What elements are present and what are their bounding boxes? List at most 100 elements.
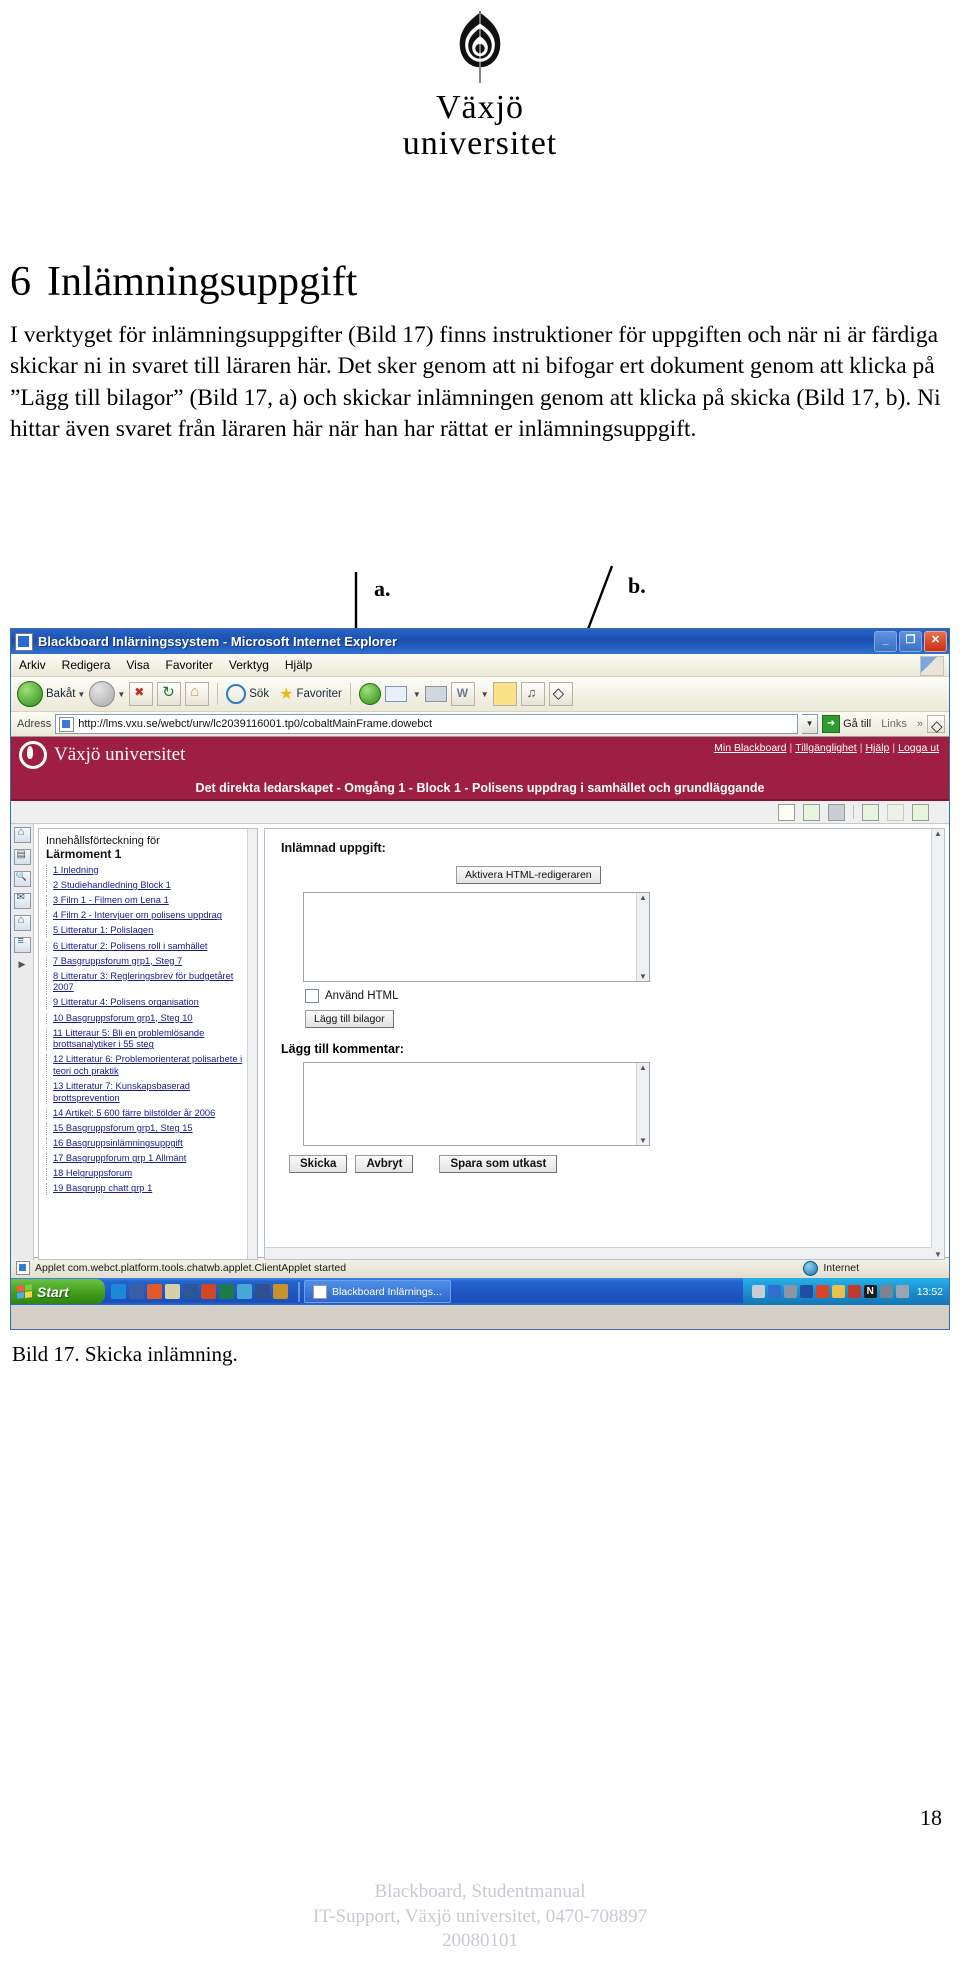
toc-link[interactable]: 3 Film 1 - Filmen om Lena 1 (53, 895, 169, 905)
tray-addon-icon[interactable] (927, 715, 945, 735)
misc-quicklaunch-icon[interactable] (273, 1284, 288, 1299)
answer-textarea-scrollbar[interactable]: ▲ ▼ (636, 893, 649, 981)
back-button[interactable]: Bakåt ▼ (17, 681, 85, 707)
list-item[interactable]: 9 Litteratur 4: Polisens organisation (46, 997, 252, 1010)
cancel-button[interactable]: Avbryt (355, 1155, 414, 1173)
toc-link[interactable]: 17 Basgruppforum grp 1 Allmänt (53, 1153, 186, 1163)
comment-textarea-scrollbar[interactable]: ▲ ▼ (636, 1063, 649, 1145)
toc-link[interactable]: 13 Litteratur 7: Kunskapsbaserad brottsp… (53, 1081, 190, 1103)
rail-expand-chevron-icon[interactable]: ▶ (19, 959, 26, 970)
rail-mail-icon[interactable] (13, 892, 31, 909)
scroll-up-icon[interactable]: ▲ (639, 893, 647, 902)
notes-icon[interactable] (492, 682, 517, 706)
media-quicklaunch-icon[interactable] (255, 1284, 270, 1299)
ie-quicklaunch-icon[interactable] (111, 1284, 126, 1299)
list-item[interactable]: 5 Litteratur 1: Polislagen (46, 925, 252, 938)
print-page-icon[interactable] (828, 803, 845, 821)
toc-link[interactable]: 14 Artikel: 5 600 färre bilstölder år 20… (53, 1108, 215, 1118)
excel-quicklaunch-icon[interactable] (219, 1284, 234, 1299)
taskbar-clock[interactable]: 13:52 (917, 1286, 943, 1298)
links-chevron-icon[interactable]: » (917, 718, 923, 730)
powerpoint-quicklaunch-icon[interactable] (201, 1284, 216, 1299)
restore-button[interactable]: ❐ (899, 631, 922, 652)
address-dropdown-icon[interactable]: ▼ (802, 714, 819, 734)
forward-dropdown-icon[interactable]: ▼ (117, 690, 125, 699)
link-logga-ut[interactable]: Logga ut (898, 742, 939, 754)
link-hjalp[interactable]: Hjälp (865, 742, 889, 754)
toc-link[interactable]: 6 Litteratur 2: Polisens roll i samhälle… (53, 941, 208, 951)
list-item[interactable]: 8 Litteratur 3: Regleringsbrev för budge… (46, 970, 252, 994)
use-html-checkbox[interactable] (305, 989, 319, 1003)
tray-network-icon[interactable] (783, 1285, 797, 1298)
media-button[interactable] (358, 683, 381, 705)
list-item[interactable]: 13 Litteratur 7: Kunskapsbaserad brottsp… (46, 1081, 252, 1105)
scroll-up-icon[interactable]: ▲ (639, 1063, 647, 1072)
toc-link[interactable]: 12 Litteratur 6: Problemorienterat polis… (53, 1054, 242, 1076)
tray-volume-icon[interactable] (799, 1285, 813, 1298)
toc-link[interactable]: 7 Basgruppsforum grp1, Steg 7 (53, 956, 182, 966)
list-item[interactable]: 2 Studiehandledning Block 1 (46, 880, 252, 892)
realplayer-icon[interactable] (548, 682, 573, 706)
save-draft-button[interactable]: Spara som utkast (439, 1155, 558, 1173)
menu-item-visa[interactable]: Visa (126, 658, 149, 672)
link-min-blackboard[interactable]: Min Blackboard (714, 742, 786, 754)
stop-button[interactable] (129, 682, 154, 706)
menu-item-redigera[interactable]: Redigera (62, 658, 111, 672)
menu-item-hjalp[interactable]: Hjälp (285, 658, 312, 672)
list-item[interactable]: 17 Basgruppforum grp 1 Allmänt (46, 1153, 252, 1165)
menu-item-favoriter[interactable]: Favoriter (166, 658, 213, 672)
comment-textarea[interactable]: ▲ ▼ (303, 1062, 650, 1146)
forward-button[interactable]: ▼ (89, 681, 125, 707)
rail-search-icon[interactable] (13, 871, 31, 887)
activate-html-editor-button[interactable]: Aktivera HTML-redigeraren (456, 866, 601, 884)
toc-link[interactable]: 5 Litteratur 1: Polislagen (53, 925, 153, 935)
rail-home-icon[interactable] (13, 826, 31, 843)
word-quicklaunch-icon[interactable] (183, 1284, 198, 1299)
search-button[interactable]: Sök (226, 684, 269, 704)
list-item[interactable]: 11 Litteraur 5: Bli en problemlösande br… (46, 1027, 252, 1051)
list-item[interactable]: 1 Inledning (46, 865, 252, 877)
tray-alert-icon[interactable] (847, 1285, 861, 1298)
toc-link[interactable]: 18 Helgruppsforum (53, 1168, 132, 1178)
pane-scrollbar[interactable]: ▲ ▼ (931, 829, 944, 1259)
mail-icon[interactable] (384, 686, 407, 702)
rail-syllabus-icon[interactable] (13, 849, 31, 865)
address-input[interactable]: http://lms.vxu.se/webct/urw/lc2039116001… (55, 714, 799, 734)
back-dropdown-icon[interactable]: ▼ (77, 690, 85, 699)
refresh-button[interactable] (157, 682, 182, 706)
scroll-up-icon[interactable]: ▲ (934, 829, 942, 838)
scroll-down-icon[interactable]: ▼ (934, 1250, 942, 1259)
toc-link[interactable]: 10 Basgruppsforum grp1, Steg 10 (53, 1013, 193, 1023)
tray-update-icon[interactable] (831, 1285, 845, 1298)
prev-page-icon[interactable] (862, 803, 879, 821)
home-button[interactable] (185, 682, 210, 706)
toc-link[interactable]: 4 Film 2 - Intervjuer om polisens uppdra… (53, 910, 222, 920)
list-item[interactable]: 19 Basgrupp chatt grp 1 (46, 1183, 252, 1196)
toc-link[interactable]: 8 Litteratur 3: Regleringsbrev för budge… (53, 971, 233, 993)
favorites-button[interactable]: ★ Favoriter (279, 684, 342, 704)
list-item[interactable]: 6 Litteratur 2: Polisens roll i samhälle… (46, 940, 252, 953)
list-item[interactable]: 7 Basgruppsforum grp1, Steg 7 (46, 955, 252, 968)
edit-dropdown-icon[interactable]: ▼ (481, 690, 489, 699)
next-page-icon[interactable] (912, 803, 929, 821)
toc-link[interactable]: 19 Basgrupp chatt grp 1 (53, 1183, 152, 1193)
toc-link[interactable]: 1 Inledning (53, 865, 99, 875)
list-item[interactable]: 4 Film 2 - Intervjuer om polisens uppdra… (46, 910, 252, 922)
menu-item-arkiv[interactable]: Arkiv (19, 658, 46, 672)
toc-link[interactable]: 16 Basgruppsinlämningsuppgift (53, 1138, 183, 1148)
close-button[interactable]: ✕ (924, 631, 947, 652)
pane-horizontal-scrollbar[interactable] (265, 1247, 932, 1259)
tray-display-icon[interactable] (895, 1285, 909, 1298)
tray-antivirus-icon[interactable] (815, 1285, 829, 1298)
explorer-quicklaunch-icon[interactable] (165, 1284, 180, 1299)
rail-toc-icon[interactable] (13, 935, 31, 953)
go-button[interactable]: ➜ Gå till (822, 715, 871, 733)
toc-scrollbar[interactable] (247, 829, 257, 1259)
taskbar-window-button[interactable]: Blackboard Inlärnings... (304, 1280, 451, 1303)
tray-norton-icon[interactable]: N (863, 1285, 877, 1298)
list-item[interactable]: 14 Artikel: 5 600 färre bilstölder år 20… (46, 1107, 252, 1120)
use-html-row[interactable]: Använd HTML (305, 989, 944, 1003)
menu-item-verktyg[interactable]: Verktyg (229, 658, 269, 672)
tray-icon-1[interactable] (751, 1285, 765, 1298)
tray-printer-icon[interactable] (879, 1285, 893, 1298)
